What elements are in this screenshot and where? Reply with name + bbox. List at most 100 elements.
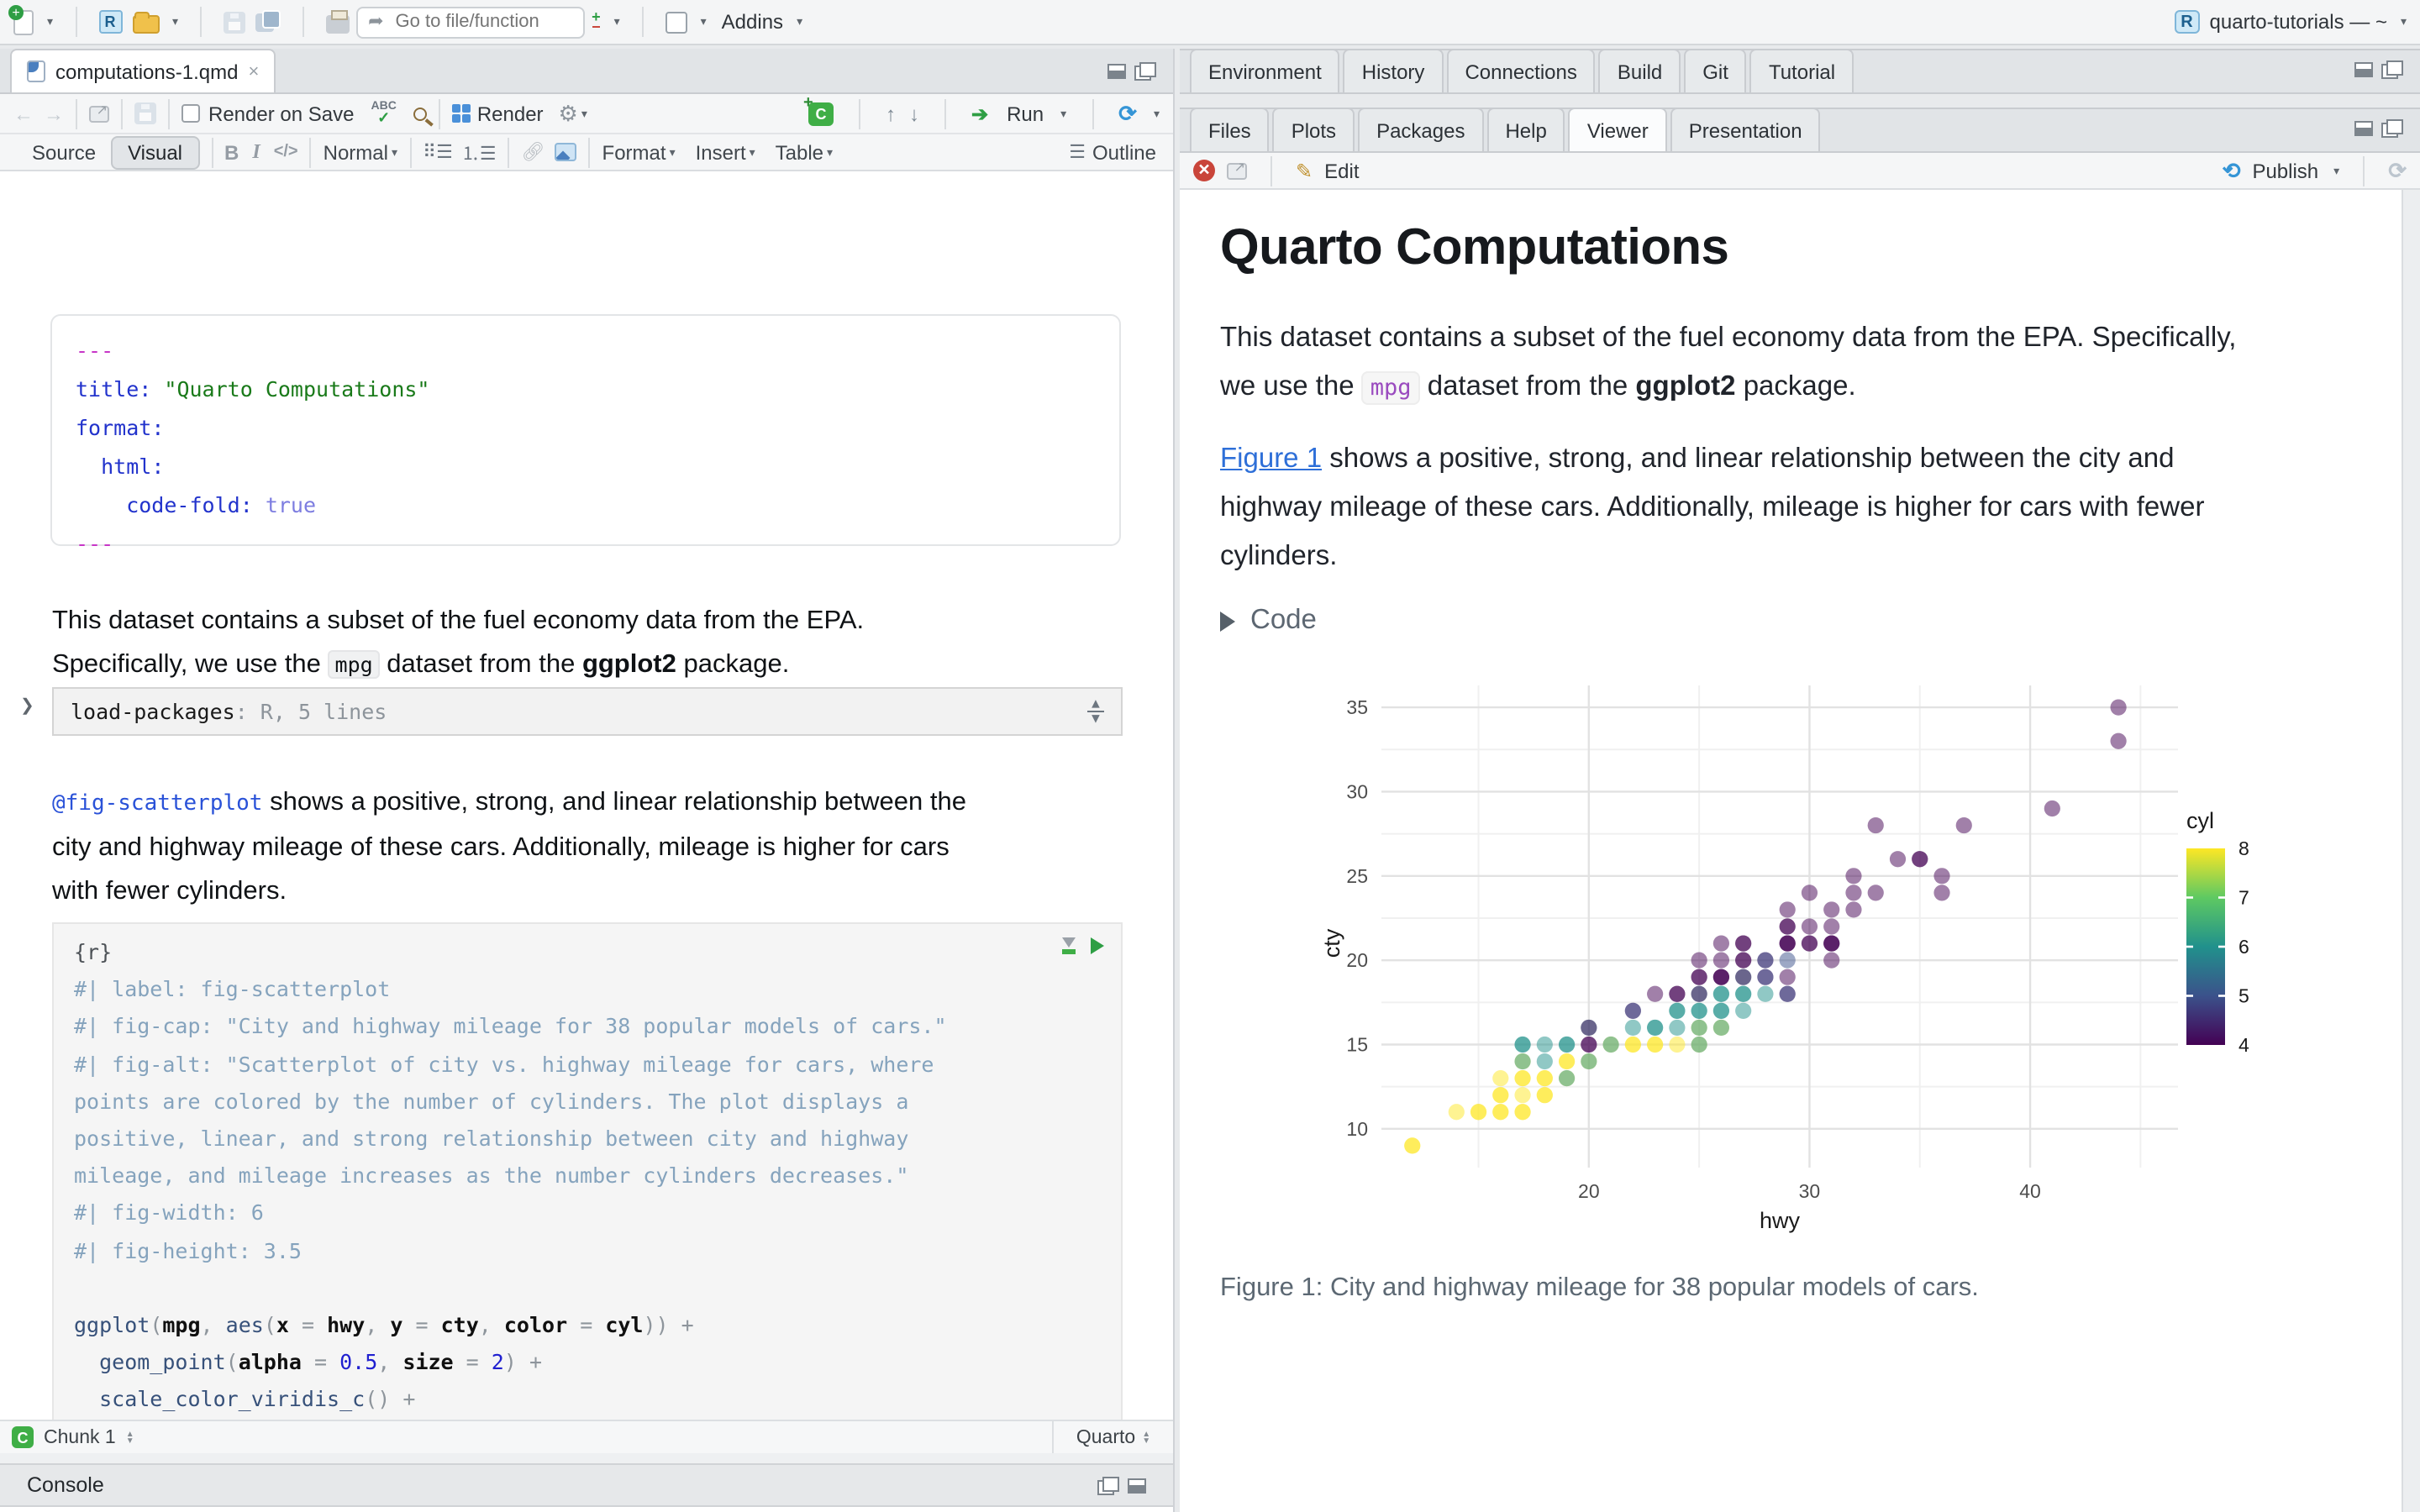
bullet-list-icon[interactable]: ⠿☰ <box>423 141 453 163</box>
addins-caret-icon[interactable]: ▾ <box>797 15 802 29</box>
maximize-pane-icon[interactable] <box>2381 60 2403 79</box>
outline-toggle[interactable]: Outline <box>1092 140 1156 164</box>
table-caret-icon[interactable]: ▾ <box>827 145 833 159</box>
visual-mode-button[interactable]: Visual <box>111 135 199 169</box>
numbered-list-icon[interactable]: ⒈☰ <box>461 139 497 165</box>
insert-menu[interactable]: Insert <box>696 140 746 164</box>
doc-paragraph-2[interactable]: @fig-scatterplot shows a positive, stron… <box>52 781 1141 914</box>
spellcheck-icon[interactable]: ABC✓ <box>371 102 396 125</box>
panes-caret-icon[interactable]: ▾ <box>701 15 707 29</box>
minimize-pane-icon[interactable] <box>2354 62 2373 77</box>
viewer-content[interactable]: Quarto Computations This dataset contain… <box>1180 190 2402 1512</box>
format-menu[interactable]: Format <box>602 140 666 164</box>
code-format-icon[interactable]: </> <box>274 143 298 161</box>
y-axis-label: cty <box>1319 928 1344 958</box>
style-caret-icon[interactable]: ▾ <box>392 145 397 159</box>
tab-files[interactable]: Files <box>1190 108 1270 151</box>
tab-git[interactable]: Git <box>1684 49 1747 92</box>
code-disclosure[interactable]: Code <box>1220 605 1317 637</box>
save-icon[interactable] <box>224 11 245 33</box>
goto-file-search[interactable]: ➦ <box>356 6 585 38</box>
run-previous-icon[interactable]: ↑ <box>886 102 896 125</box>
tab-connections[interactable]: Connections <box>1446 49 1595 92</box>
tab-plots[interactable]: Plots <box>1273 108 1355 151</box>
rendered-title: Quarto Computations <box>1220 220 1728 277</box>
new-file-icon[interactable] <box>13 9 34 34</box>
addins-menu[interactable]: Addins <box>722 10 783 34</box>
tab-viewer[interactable]: Viewer <box>1569 108 1667 151</box>
goto-file-input[interactable] <box>392 10 574 34</box>
open-file-icon[interactable] <box>132 15 159 34</box>
vcs-caret-icon[interactable]: ▾ <box>614 15 620 29</box>
version-control-icon[interactable]: +− <box>592 12 601 32</box>
new-file-caret-icon[interactable]: ▾ <box>47 15 53 29</box>
tab-build[interactable]: Build <box>1599 49 1681 92</box>
viewer-popout-icon[interactable] <box>1227 162 1247 179</box>
run-next-icon[interactable]: ↓ <box>909 102 919 125</box>
collapsed-chunk-load-packages[interactable]: load-packages: R, 5 lines ▲▼ <box>52 687 1123 736</box>
new-project-icon[interactable]: R <box>98 10 122 34</box>
expand-chunk-icon[interactable]: ▲▼ <box>1087 699 1104 724</box>
close-tab-icon[interactable]: × <box>248 61 259 81</box>
maximize-pane-icon[interactable] <box>2381 119 2403 138</box>
edit-button[interactable]: Edit <box>1324 159 1359 182</box>
rerun-caret-icon[interactable]: ▾ <box>1154 107 1160 120</box>
workspace-panes-icon[interactable] <box>666 11 687 33</box>
chunk-spinner-icon[interactable]: ▲▼ <box>126 1431 134 1444</box>
table-menu[interactable]: Table <box>776 140 823 164</box>
publish-caret-icon[interactable]: ▾ <box>2333 164 2339 177</box>
source-rerun-icon[interactable]: ⟳ <box>1118 100 1137 127</box>
image-icon[interactable] <box>555 143 577 161</box>
maximize-pane-icon[interactable] <box>1134 62 1156 81</box>
render-on-save-checkbox[interactable] <box>182 104 200 123</box>
bold-icon[interactable]: B <box>224 140 239 164</box>
clear-viewer-icon[interactable]: ✕ <box>1193 160 1215 181</box>
code-chunk-fig-scatterplot[interactable]: {r}#| label: fig-scatterplot#| fig-cap: … <box>52 922 1123 1420</box>
tab-tutorial[interactable]: Tutorial <box>1750 49 1854 92</box>
tab-presentation[interactable]: Presentation <box>1670 108 1821 151</box>
run-chunks-above-icon[interactable] <box>1062 937 1076 954</box>
source-mode-button[interactable]: Source <box>17 137 111 167</box>
find-replace-icon[interactable] <box>413 107 427 120</box>
tab-packages[interactable]: Packages <box>1358 108 1483 151</box>
chunk-fold-icon[interactable]: ❯ <box>20 697 34 716</box>
console-pane-header[interactable]: Console <box>0 1463 1173 1507</box>
print-icon[interactable] <box>326 15 350 34</box>
run-chunk-icon[interactable] <box>1091 937 1104 954</box>
publish-button[interactable]: Publish <box>2252 159 2318 182</box>
render-button[interactable]: Render <box>477 102 544 125</box>
back-icon[interactable]: ← <box>13 102 34 125</box>
console-maximize-icon[interactable] <box>1128 1478 1146 1493</box>
project-menu[interactable]: R quarto-tutorials — ~ ▾ <box>2175 10 2407 34</box>
refresh-viewer-icon[interactable]: ⟳ <box>2388 157 2407 184</box>
editor-content[interactable]: ---title: "Quarto Computations"format: h… <box>0 171 1173 1420</box>
forward-icon[interactable]: → <box>44 102 64 125</box>
mode-spinner-icon[interactable]: ▲▼ <box>1142 1431 1150 1444</box>
save-doc-icon[interactable] <box>134 102 156 124</box>
minimize-pane-icon[interactable] <box>2354 121 2373 136</box>
minimize-pane-icon[interactable] <box>1107 64 1126 79</box>
open-new-window-icon[interactable] <box>89 105 109 122</box>
tab-help[interactable]: Help <box>1486 108 1565 151</box>
render-settings-caret-icon[interactable]: ▾ <box>581 107 587 120</box>
run-caret-icon[interactable]: ▾ <box>1060 107 1066 120</box>
tab-computations-1-qmd[interactable]: computations-1.qmd × <box>10 49 276 92</box>
italic-icon[interactable]: I <box>252 139 260 165</box>
tab-environment[interactable]: Environment <box>1190 49 1340 92</box>
insert-chunk-icon[interactable]: C <box>808 102 834 125</box>
paragraph-style-select[interactable]: Normal <box>324 140 388 164</box>
format-caret-icon[interactable]: ▾ <box>670 145 676 159</box>
console-restore-icon[interactable] <box>1097 1476 1119 1494</box>
tab-history[interactable]: History <box>1344 49 1444 92</box>
run-button[interactable]: Run <box>1007 102 1044 125</box>
doc-mode-selector[interactable]: Quarto <box>1076 1427 1135 1447</box>
save-all-icon[interactable] <box>255 9 281 34</box>
insert-caret-icon[interactable]: ▾ <box>750 145 755 159</box>
yaml-front-matter[interactable]: ---title: "Quarto Computations"format: h… <box>50 314 1121 546</box>
chunk-selector[interactable]: Chunk 1 <box>44 1427 116 1447</box>
link-icon[interactable]: 🔗︎ <box>522 141 545 163</box>
open-recent-caret-icon[interactable]: ▾ <box>172 15 178 29</box>
viewer-scrollbar-gutter[interactable] <box>2402 190 2420 1512</box>
render-settings-gear-icon[interactable]: ⚙ <box>559 100 578 127</box>
doc-paragraph-1[interactable]: This dataset contains a subset of the fu… <box>52 600 1141 687</box>
